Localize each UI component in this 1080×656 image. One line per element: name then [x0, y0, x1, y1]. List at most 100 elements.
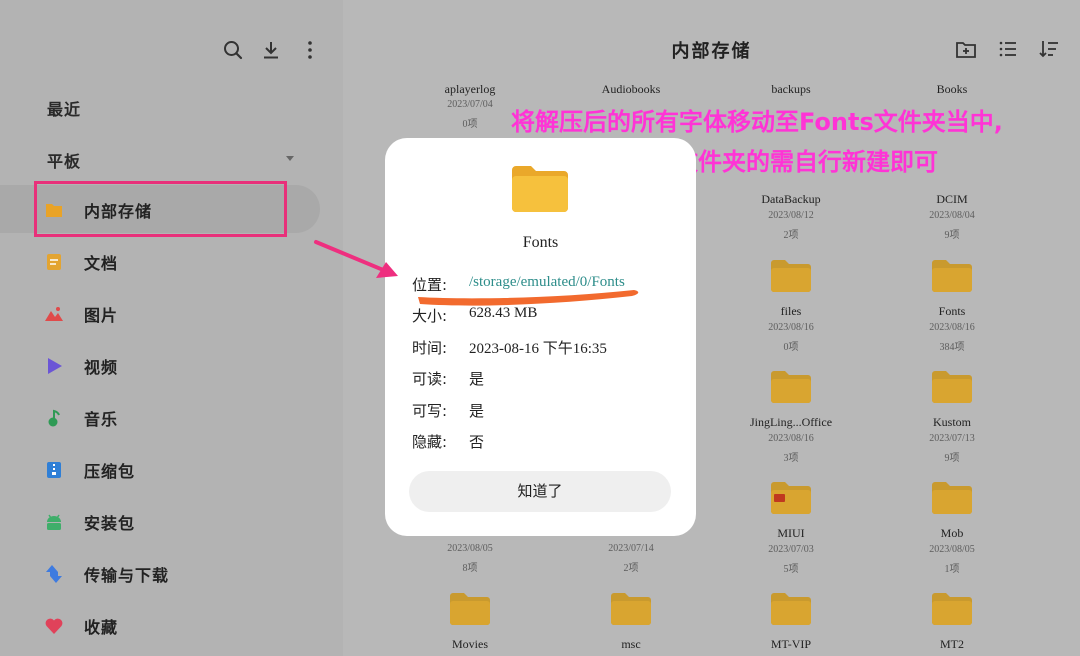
file-date: 2023/08/04 — [929, 210, 975, 221]
file-date: 2023/08/05 — [929, 544, 975, 555]
file-name: Books — [936, 82, 968, 96]
folder-icon — [771, 482, 811, 514]
new-folder-icon[interactable] — [955, 38, 977, 60]
file-item-miui[interactable]: MIUI 2023/07/03 5项 — [716, 482, 866, 577]
property-key: 时间: — [412, 339, 448, 357]
file-name: Fonts — [938, 304, 966, 318]
file-date: 2023/08/05 — [447, 543, 493, 554]
recent-section[interactable]: 最近 — [47, 96, 81, 120]
sort-icon[interactable] — [1038, 38, 1060, 60]
file-name: JingLing...Office — [749, 415, 833, 429]
folder-icon — [512, 166, 568, 212]
download-icon[interactable] — [259, 38, 283, 62]
file-item-movies[interactable]: Movies — [395, 593, 545, 656]
ok-button[interactable]: 知道了 — [409, 471, 671, 512]
sidebar-item-images[interactable]: 图片 — [0, 289, 320, 337]
sidebar-item-music[interactable]: 音乐 — [0, 393, 320, 441]
file-date: 2023/08/12 — [768, 210, 814, 221]
folder-icon — [932, 371, 972, 403]
location-path[interactable]: /storage/emulated/0/Fonts — [469, 274, 625, 291]
sidebar-item-archives[interactable]: 压缩包 — [0, 445, 320, 493]
file-item-hidden-1[interactable]: 2023/08/05 8项 — [395, 536, 545, 576]
file-item-mt-vip[interactable]: MT-VIP — [716, 593, 866, 656]
tablet-section[interactable]: 平板 — [47, 148, 81, 172]
file-item-msc[interactable]: msc — [556, 593, 706, 656]
file-item-jingling-office[interactable]: JingLing...Office 2023/08/16 3项 — [716, 371, 866, 466]
sidebar-item-favorites[interactable]: 收藏 — [0, 601, 320, 649]
sidebar-item-label: 图片 — [84, 306, 119, 325]
file-count: 9项 — [944, 230, 960, 241]
file-item-fonts[interactable]: Fonts 2023/08/16 384项 — [877, 260, 1027, 355]
file-item-mob[interactable]: Mob 2023/08/05 1项 — [877, 482, 1027, 577]
highlight-box — [34, 181, 287, 237]
property-key: 隐藏: — [412, 433, 448, 451]
sidebar-item-label: 音乐 — [84, 410, 119, 429]
chevron-down-icon[interactable] — [284, 153, 296, 163]
heart-icon — [45, 618, 63, 634]
file-item-files[interactable]: files 2023/08/16 0项 — [716, 260, 866, 355]
sidebar-item-label: 文档 — [84, 254, 119, 273]
file-name: backups — [771, 82, 811, 96]
folder-icon — [771, 260, 811, 292]
sidebar-item-transfers[interactable]: 传输与下载 — [0, 549, 320, 597]
property-key: 大小: — [412, 307, 448, 325]
sidebar-item-label: 收藏 — [84, 618, 119, 637]
search-icon[interactable] — [221, 38, 245, 62]
file-item-hidden-2[interactable]: 2023/07/14 2项 — [556, 536, 706, 576]
folder-icon — [932, 482, 972, 514]
file-count: 384项 — [939, 342, 965, 353]
file-name: MIUI — [777, 526, 805, 540]
property-value: 是 — [469, 404, 485, 420]
file-name: Kustom — [932, 415, 971, 429]
file-item-mt2[interactable]: MT2 — [877, 593, 1027, 656]
file-count: 2项 — [623, 563, 639, 574]
folder-icon — [611, 593, 651, 625]
property-value: 2023-08-16 下午16:35 — [469, 341, 607, 357]
file-date: 2023/07/03 — [768, 544, 814, 555]
list-view-icon[interactable] — [997, 38, 1019, 60]
file-count: 1项 — [944, 564, 960, 575]
file-count: 9项 — [944, 453, 960, 464]
file-date: 2023/08/16 — [929, 322, 975, 333]
file-name: files — [780, 304, 802, 318]
file-date: 2023/08/16 — [768, 433, 814, 444]
property-key: 可写: — [412, 402, 448, 420]
file-name: DCIM — [936, 192, 968, 206]
sidebar-item-label: 压缩包 — [84, 462, 136, 481]
document-icon — [47, 254, 61, 270]
sidebar-item-apks[interactable]: 安装包 — [0, 497, 320, 545]
more-vertical-icon[interactable] — [298, 38, 322, 62]
property-value: 是 — [469, 372, 485, 388]
file-name: Mob — [940, 526, 964, 540]
file-date: 2023/07/14 — [608, 543, 654, 554]
sidebar-item-documents[interactable]: 文档 — [0, 237, 320, 285]
folder-icon — [450, 593, 490, 625]
folder-icon — [932, 593, 972, 625]
image-icon — [45, 307, 63, 321]
android-icon — [47, 514, 61, 530]
file-name: Audiobooks — [601, 82, 661, 96]
file-name: msc — [621, 637, 641, 651]
file-name: aplayerlog — [444, 82, 496, 96]
property-value: 否 — [469, 435, 485, 451]
dialog-folder-name: Fonts — [522, 234, 559, 251]
file-name: DataBackup — [761, 192, 821, 206]
file-count: 0项 — [783, 342, 799, 353]
annotation-text-line-1: 将解压后的所有字体移动至Fonts文件夹当中, — [511, 108, 1003, 136]
sidebar-item-videos[interactable]: 视频 — [0, 341, 320, 389]
property-value: 628.43 MB — [469, 305, 538, 321]
file-count: 8项 — [462, 563, 478, 574]
folder-icon — [932, 260, 972, 292]
sidebar: 最近 平板 内部存储 文档 图片 视频 音乐 压缩包 安装包 传输与下载 收藏 — [0, 0, 343, 656]
property-key: 位置: — [412, 276, 448, 294]
property-key: 可读: — [412, 370, 448, 388]
file-name: Movies — [452, 637, 488, 651]
folder-properties-dialog: Fonts 位置: /storage/emulated/0/Fonts 大小: … — [385, 138, 696, 536]
file-count: 5项 — [783, 564, 799, 575]
archive-icon — [47, 462, 61, 478]
file-item-kustom[interactable]: Kustom 2023/07/13 9项 — [877, 371, 1027, 466]
file-name: MT2 — [940, 637, 964, 651]
file-date: 2023/07/13 — [929, 433, 975, 444]
file-count: 2项 — [783, 230, 799, 241]
file-name: MT-VIP — [770, 637, 812, 651]
